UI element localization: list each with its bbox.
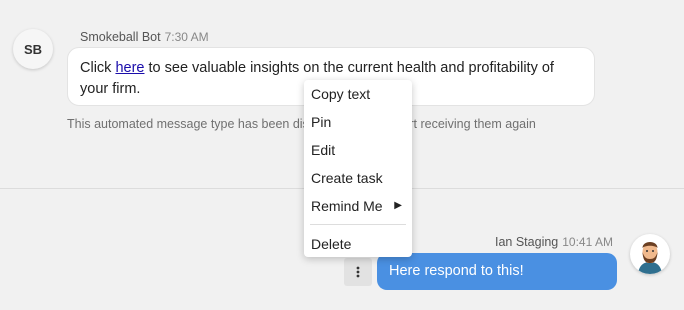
user-message-header: Ian Staging 10:41 AM — [495, 235, 613, 249]
menu-item-remind-me-label: Remind Me — [311, 198, 383, 214]
menu-item-delete[interactable]: Delete — [304, 230, 412, 258]
message-options-button[interactable] — [344, 258, 372, 286]
user-message-bubble: Here respond to this! — [377, 253, 617, 290]
user-sender-name: Ian Staging — [495, 235, 559, 249]
submenu-arrow-icon: ▶ — [394, 200, 402, 211]
insights-link[interactable]: here — [115, 60, 144, 76]
menu-item-pin[interactable]: Pin — [304, 108, 412, 136]
vertical-ellipsis-icon — [356, 266, 360, 278]
bot-message-time: 7:30 AM — [164, 30, 209, 44]
notice-text-start: This automated message type has been dis — [67, 117, 309, 131]
user-message-time: 10:41 AM — [562, 235, 613, 249]
user-message-text: Here respond to this! — [389, 263, 524, 279]
bot-avatar: SB — [13, 29, 53, 69]
user-avatar-icon — [638, 242, 662, 274]
menu-item-edit[interactable]: Edit — [304, 136, 412, 164]
bot-message-header: Smokeball Bot 7:30 AM — [80, 30, 209, 44]
automated-message-notice: This automated message type has been dis… — [67, 117, 536, 131]
user-avatar — [630, 234, 670, 274]
menu-item-copy-text[interactable]: Copy text — [304, 80, 412, 108]
bot-sender-name: Smokeball Bot — [80, 30, 161, 44]
menu-item-create-task[interactable]: Create task — [304, 164, 412, 192]
menu-item-remind-me[interactable]: Remind Me ▶ — [304, 192, 412, 220]
message-context-menu: Copy text Pin Edit Create task Remind Me… — [304, 80, 412, 257]
bot-avatar-initials: SB — [23, 41, 43, 57]
bot-text-before: Click — [80, 60, 116, 76]
menu-separator — [310, 224, 406, 225]
